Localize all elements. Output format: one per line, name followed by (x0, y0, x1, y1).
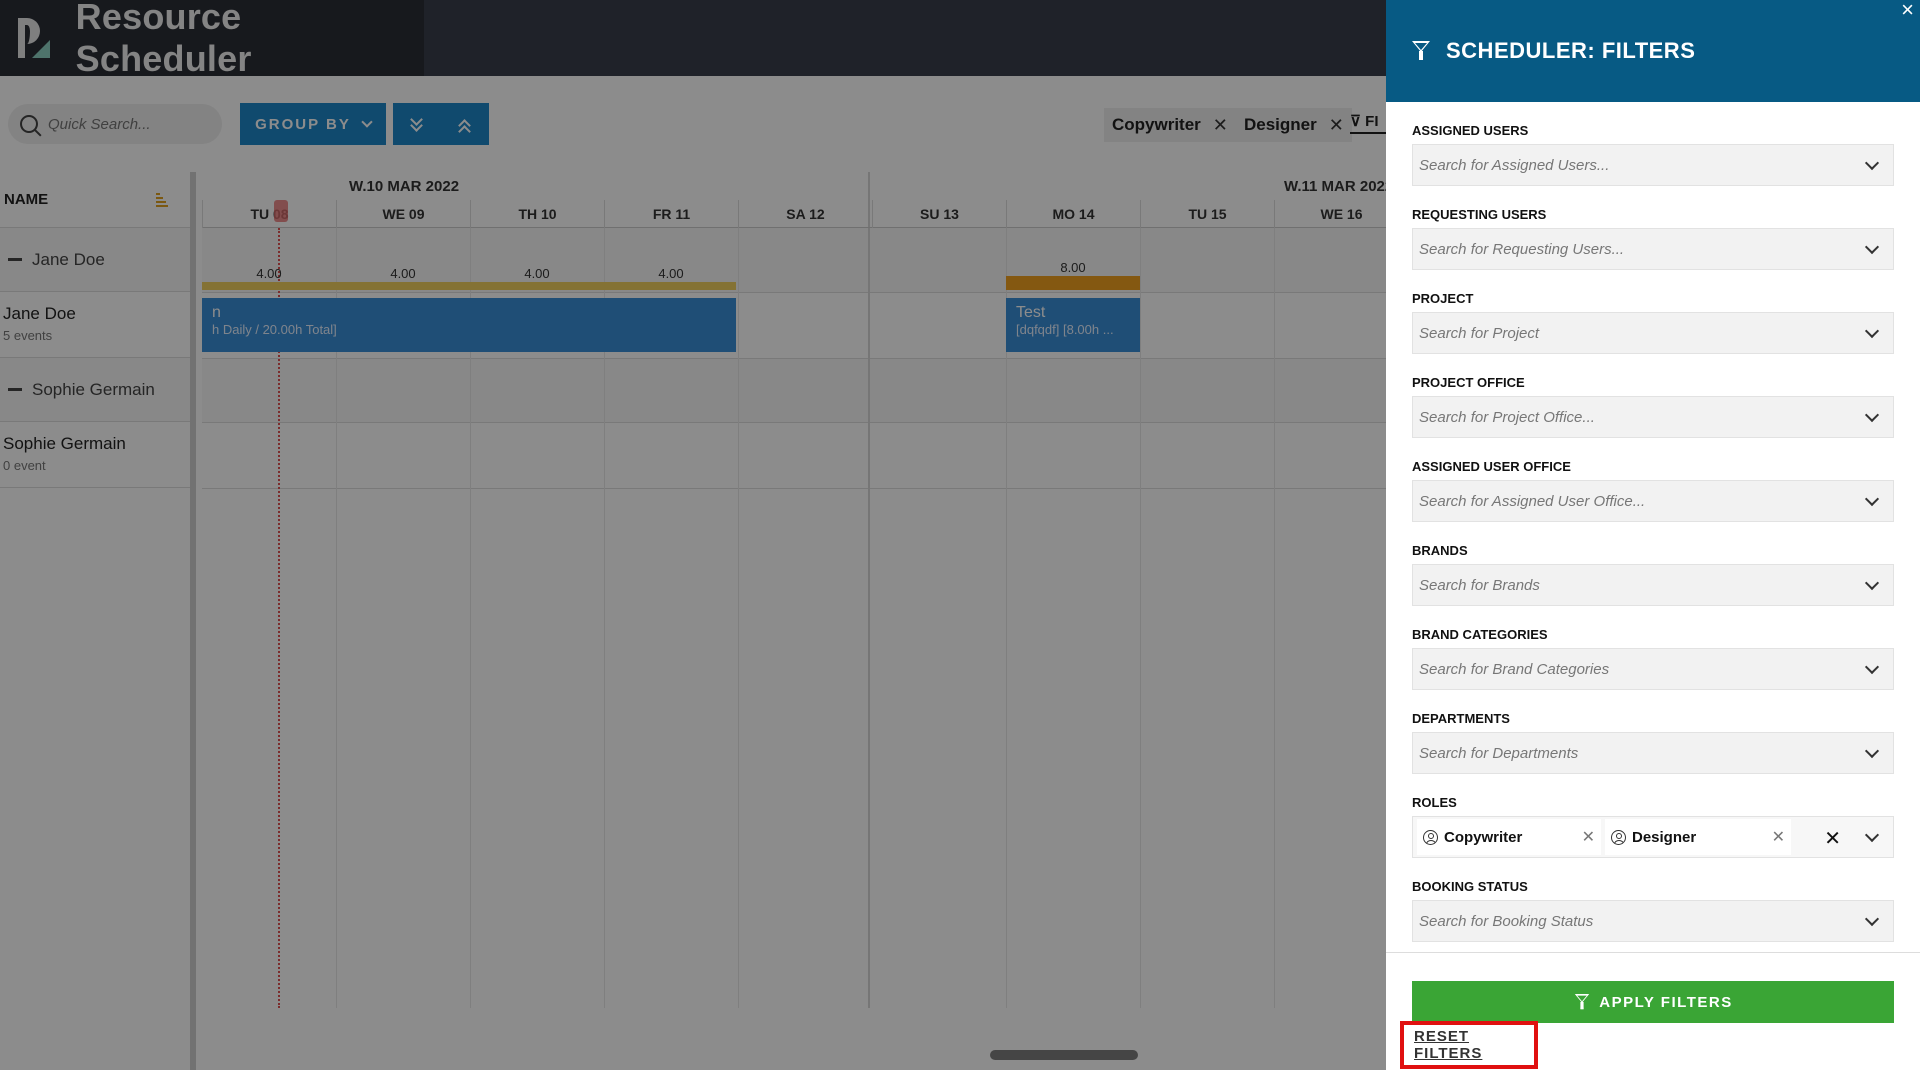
person-icon (1611, 829, 1626, 845)
field-placeholder: Search for Brands (1419, 576, 1540, 594)
filter-project: PROJECT Search for Project (1412, 270, 1894, 354)
field-label: REQUESTING USERS (1412, 207, 1547, 222)
filter-departments: DEPARTMENTS Search for Departments (1412, 690, 1894, 774)
filter-project-office: PROJECT OFFICE Search for Project Office… (1412, 354, 1894, 438)
filter-booking-status: BOOKING STATUS Search for Booking Status (1412, 858, 1894, 942)
field-label: PROJECT OFFICE (1412, 375, 1525, 390)
chevron-down-icon[interactable] (1864, 323, 1880, 339)
reset-filters-link[interactable]: RESET FILTERS (1414, 1028, 1534, 1062)
filters-panel: SCHEDULER: FILTERS × ASSIGNED USERS Sear… (1386, 0, 1920, 1070)
field-placeholder: Search for Assigned Users... (1419, 156, 1610, 174)
field-label: PROJECT (1412, 291, 1474, 306)
departments-select[interactable]: Search for Departments (1412, 732, 1894, 774)
clear-all-icon[interactable]: ✕ (1824, 826, 1841, 851)
field-label: DEPARTMENTS (1412, 711, 1510, 726)
field-placeholder: Search for Brand Categories (1419, 660, 1610, 678)
field-placeholder: Search for Booking Status (1419, 912, 1594, 930)
person-icon (1423, 829, 1438, 845)
chevron-down-icon[interactable] (1864, 491, 1880, 507)
filter-icon (1412, 41, 1430, 61)
role-tag-designer: Designer ✕ (1605, 819, 1791, 855)
filter-roles: ROLES Copywriter ✕ Designer ✕ ✕ (1412, 774, 1894, 858)
close-icon[interactable]: × (1901, 0, 1914, 21)
chevron-down-icon[interactable] (1864, 911, 1880, 927)
filter-brands: BRANDS Search for Brands (1412, 522, 1894, 606)
field-placeholder: Search for Departments (1419, 744, 1579, 762)
field-placeholder: Search for Assigned User Office... (1419, 492, 1646, 510)
field-label: BOOKING STATUS (1412, 879, 1528, 894)
filter-requesting-users: REQUESTING USERS Search for Requesting U… (1412, 186, 1894, 270)
filter-assigned-users: ASSIGNED USERS Search for Assigned Users… (1412, 102, 1894, 186)
chevron-down-icon[interactable] (1864, 659, 1880, 675)
chevron-down-icon[interactable] (1864, 155, 1880, 171)
field-label: ASSIGNED USERS (1412, 123, 1529, 138)
field-placeholder: Search for Project Office... (1419, 408, 1595, 426)
role-tag-label: Designer (1632, 828, 1697, 846)
chevron-down-icon[interactable] (1864, 743, 1880, 759)
field-placeholder: Search for Project (1419, 324, 1540, 342)
assigned-users-select[interactable]: Search for Assigned Users... (1412, 144, 1894, 186)
remove-tag-icon[interactable]: ✕ (1582, 827, 1595, 847)
field-placeholder: Search for Requesting Users... (1419, 240, 1625, 258)
remove-tag-icon[interactable]: ✕ (1772, 827, 1785, 847)
apply-filters-button[interactable]: APPLY FILTERS (1412, 981, 1894, 1023)
panel-title: SCHEDULER: FILTERS (1446, 38, 1696, 63)
assigned-user-office-select[interactable]: Search for Assigned User Office... (1412, 480, 1894, 522)
booking-status-select[interactable]: Search for Booking Status (1412, 900, 1894, 942)
field-label: ASSIGNED USER OFFICE (1412, 459, 1571, 474)
chevron-down-icon[interactable] (1864, 407, 1880, 423)
brand-categories-select[interactable]: Search for Brand Categories (1412, 648, 1894, 690)
project-select[interactable]: Search for Project (1412, 312, 1894, 354)
chevron-down-icon[interactable] (1864, 575, 1880, 591)
filters-panel-footer: APPLY FILTERS RESET FILTERS (1386, 952, 1920, 1070)
role-tag-copywriter: Copywriter ✕ (1417, 819, 1601, 855)
field-label: BRAND CATEGORIES (1412, 627, 1548, 642)
role-tag-label: Copywriter (1444, 828, 1523, 846)
project-office-select[interactable]: Search for Project Office... (1412, 396, 1894, 438)
apply-filters-label: APPLY FILTERS (1599, 993, 1733, 1011)
filter-assigned-user-office: ASSIGNED USER OFFICE Search for Assigned… (1412, 438, 1894, 522)
chevron-down-icon[interactable] (1864, 827, 1880, 843)
filters-panel-header: SCHEDULER: FILTERS × (1386, 0, 1920, 102)
brands-select[interactable]: Search for Brands (1412, 564, 1894, 606)
reset-filters-highlight: RESET FILTERS (1400, 1021, 1538, 1069)
field-label: BRANDS (1412, 543, 1468, 558)
field-label: ROLES (1412, 795, 1457, 810)
filter-brand-categories: BRAND CATEGORIES Search for Brand Catego… (1412, 606, 1894, 690)
filter-icon (1575, 994, 1590, 1010)
filters-form: ASSIGNED USERS Search for Assigned Users… (1412, 102, 1894, 942)
roles-select[interactable]: Copywriter ✕ Designer ✕ ✕ (1412, 816, 1894, 858)
chevron-down-icon[interactable] (1864, 239, 1880, 255)
requesting-users-select[interactable]: Search for Requesting Users... (1412, 228, 1894, 270)
